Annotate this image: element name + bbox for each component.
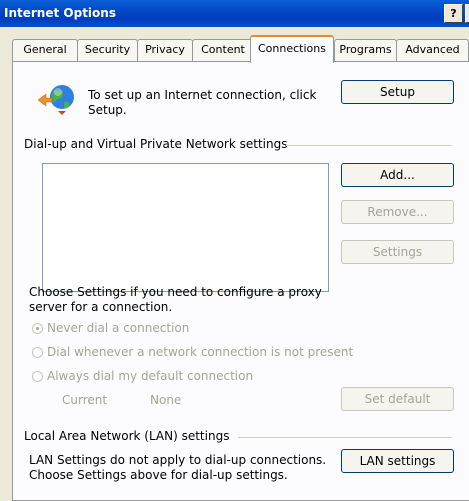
network-globe-icon bbox=[36, 80, 78, 118]
connections-list[interactable] bbox=[42, 163, 329, 292]
radio-always-dial-label: Always dial my default connection bbox=[47, 369, 254, 383]
radio-always-dial[interactable] bbox=[32, 371, 43, 382]
tab-connections[interactable]: Connections bbox=[250, 35, 334, 63]
current-label: Current bbox=[62, 393, 108, 407]
window-title: Internet Options bbox=[4, 6, 116, 20]
proxy-text: Choose Settings if you need to configure… bbox=[29, 285, 322, 314]
close-button-partial[interactable] bbox=[465, 4, 469, 23]
current-value: None bbox=[150, 393, 182, 407]
remove-button[interactable]: Remove... bbox=[341, 200, 454, 224]
add-button[interactable]: Add... bbox=[341, 163, 454, 187]
radio-dial-when-no-network-label: Dial whenever a network connection is no… bbox=[47, 345, 354, 359]
lan-settings-button[interactable]: LAN settings bbox=[341, 449, 454, 473]
title-bar: Internet Options bbox=[0, 0, 469, 27]
tab-programs[interactable]: Programs bbox=[334, 39, 397, 61]
lan-text: LAN Settings do not apply to dial-up con… bbox=[29, 453, 327, 482]
tab-general[interactable]: General bbox=[12, 39, 78, 61]
tab-privacy[interactable]: Privacy bbox=[137, 39, 193, 61]
radio-never-dial[interactable] bbox=[32, 323, 43, 334]
set-default-button[interactable]: Set default bbox=[341, 387, 454, 411]
tab-content[interactable]: Content bbox=[192, 39, 254, 61]
dialup-group-label: Dial-up and Virtual Private Network sett… bbox=[24, 137, 288, 151]
lan-group-divider bbox=[238, 437, 452, 438]
tab-strip: General Security Privacy Content Connect… bbox=[0, 32, 469, 63]
tab-security[interactable]: Security bbox=[77, 39, 138, 61]
dialup-group-divider bbox=[286, 145, 452, 146]
settings-button[interactable]: Settings bbox=[341, 240, 454, 264]
radio-never-dial-label: Never dial a connection bbox=[47, 321, 190, 335]
radio-dial-when-no-network[interactable] bbox=[32, 347, 43, 358]
setup-button[interactable]: Setup bbox=[341, 80, 454, 104]
lan-group-label: Local Area Network (LAN) settings bbox=[24, 429, 230, 443]
tab-advanced[interactable]: Advanced bbox=[396, 39, 469, 61]
setup-text: To set up an Internet connection, click … bbox=[88, 88, 317, 117]
help-button[interactable]: ? bbox=[444, 4, 463, 23]
